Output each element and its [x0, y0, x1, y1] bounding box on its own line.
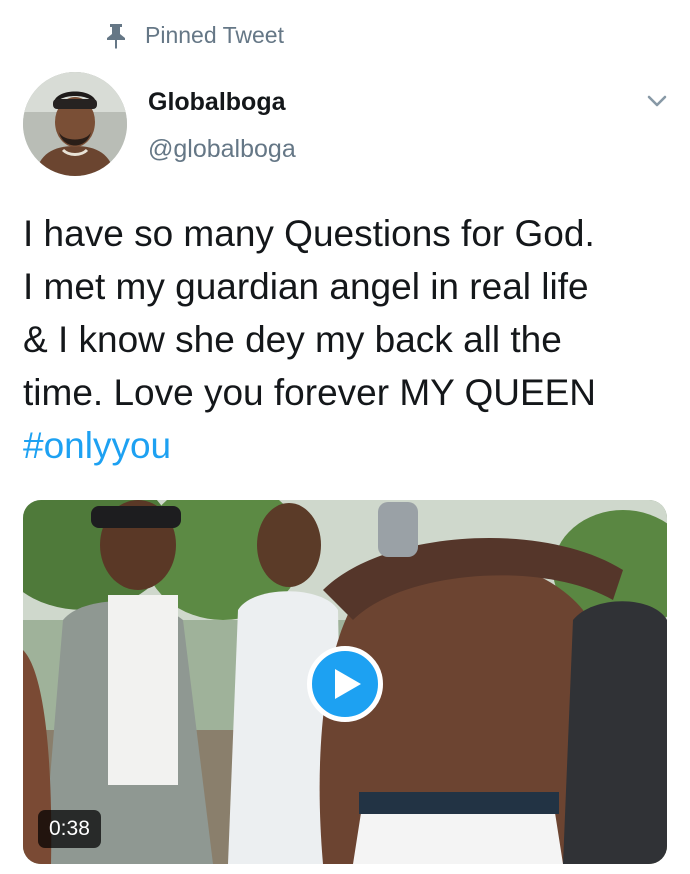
play-icon: [335, 669, 361, 699]
hashtag-link[interactable]: #onlyyou: [23, 419, 673, 472]
video-duration: 0:38: [38, 810, 101, 848]
tweet-text-line: time. Love you forever MY QUEEN: [23, 372, 597, 413]
tweet-text-line: & I know she dey my back all the: [23, 319, 562, 360]
tweet-text-line: I met my guardian angel in real life: [23, 266, 589, 307]
avatar[interactable]: [23, 72, 127, 176]
pin-icon: [107, 23, 125, 49]
pinned-tweet-header: Pinned Tweet: [105, 22, 284, 49]
tweet-text-line: I have so many Questions for God.: [23, 213, 595, 254]
play-button[interactable]: [307, 646, 383, 722]
tweet-text: I have so many Questions for God. I met …: [23, 207, 673, 472]
author-name[interactable]: Globalboga: [148, 88, 286, 117]
author-handle[interactable]: @globalboga: [148, 135, 296, 164]
chevron-down-icon[interactable]: [646, 92, 668, 110]
pinned-tweet-label: Pinned Tweet: [145, 22, 284, 48]
